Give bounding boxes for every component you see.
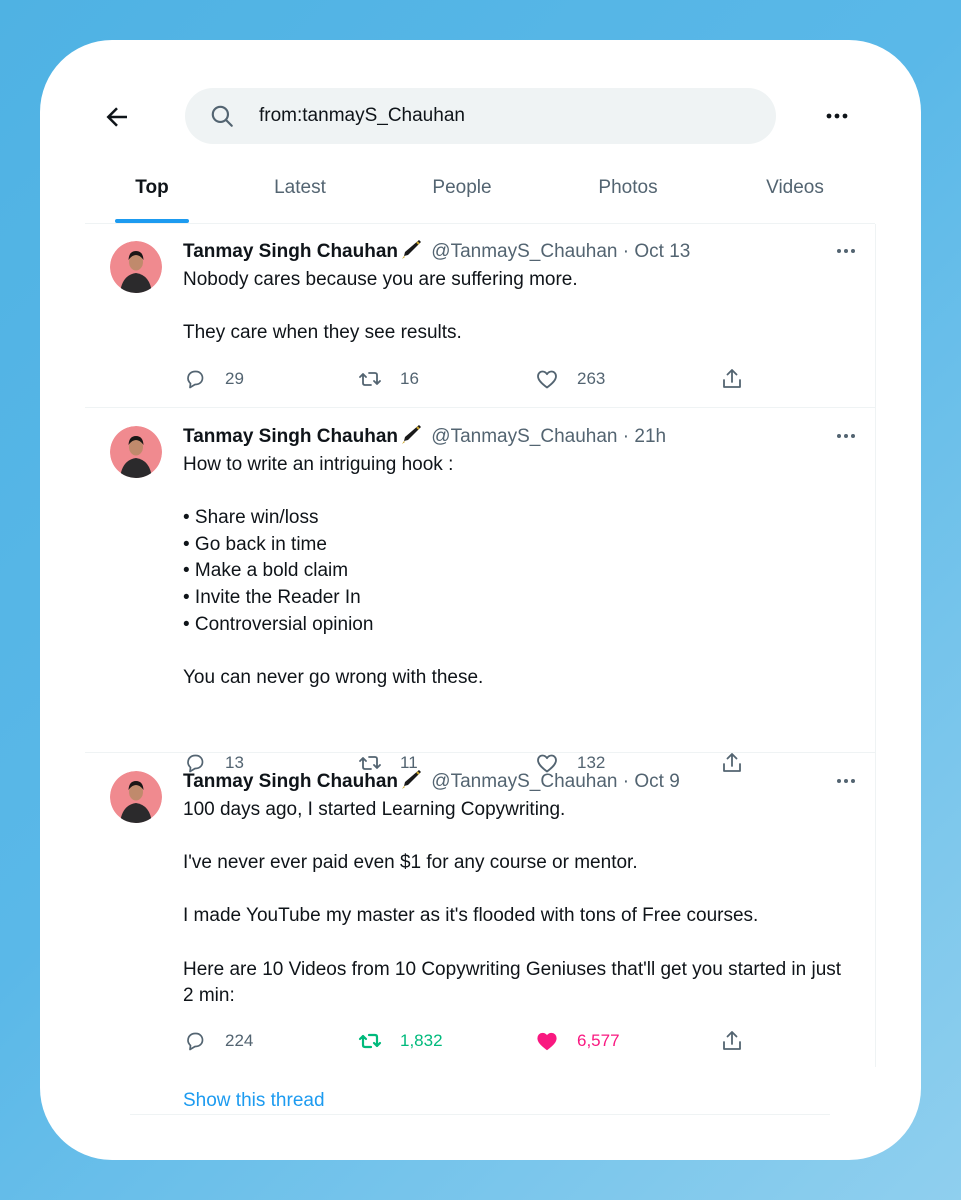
tweet-paragraph: Nobody cares because you are suffering m… bbox=[183, 269, 578, 290]
retweet-icon bbox=[358, 1033, 382, 1049]
heart-icon bbox=[537, 1032, 557, 1051]
tweet[interactable]: Tanmay Singh Chauhan @TanmayS_Chauhan · … bbox=[85, 754, 875, 1067]
tab-label: Videos bbox=[766, 177, 824, 198]
tweet-paragraph: I made YouTube my master as it's flooded… bbox=[183, 905, 759, 927]
tab-latest[interactable]: Latest bbox=[260, 168, 340, 223]
share-icon bbox=[723, 1031, 741, 1050]
author-name[interactable]: Tanmay Singh Chauhan bbox=[183, 426, 398, 447]
more-options-icon[interactable] bbox=[835, 776, 857, 786]
tab-label: Latest bbox=[274, 177, 326, 198]
author-name[interactable]: Tanmay Singh Chauhan bbox=[183, 771, 398, 792]
retweet-count: 16 bbox=[400, 369, 419, 388]
tab-label: People bbox=[432, 177, 492, 198]
tweet-header: Tanmay Singh Chauhan @TanmayS_Chauhan · … bbox=[183, 238, 690, 264]
reply-icon bbox=[187, 370, 204, 389]
show-thread-link[interactable]: Show this thread bbox=[183, 1090, 325, 1112]
reply-count: 224 bbox=[225, 1031, 254, 1050]
author-handle[interactable]: @TanmayS_Chauhan bbox=[431, 771, 617, 792]
tweet-paragraph: How to write an intriguing hook : bbox=[183, 454, 454, 475]
tweet-actions: 29 16 263 bbox=[183, 364, 783, 394]
reply-icon bbox=[187, 1032, 204, 1051]
like-button[interactable]: 263 bbox=[535, 364, 605, 394]
tweet-paragraph: • Share win/loss • Go back in time • Mak… bbox=[183, 507, 374, 635]
tweet-text: Nobody cares because you are suffering m… bbox=[183, 267, 853, 347]
retweet-count: 1,832 bbox=[400, 1031, 443, 1050]
tweet-header: Tanmay Singh Chauhan @TanmayS_Chauhan · … bbox=[183, 768, 680, 794]
retweet-button[interactable]: 16 bbox=[358, 364, 419, 394]
author-name[interactable]: Tanmay Singh Chauhan bbox=[183, 241, 398, 262]
more-options-icon[interactable] bbox=[835, 431, 857, 441]
tweet-header: Tanmay Singh Chauhan @TanmayS_Chauhan · … bbox=[183, 423, 666, 449]
tab-videos[interactable]: Videos bbox=[755, 168, 835, 223]
tab-label: Photos bbox=[598, 177, 658, 198]
tweet-paragraph: They care when they see results. bbox=[183, 322, 462, 344]
tweet-timestamp[interactable]: · 21h bbox=[623, 426, 666, 447]
divider bbox=[130, 1114, 830, 1115]
tweet-text: 100 days ago, I started Learning Copywri… bbox=[183, 797, 853, 1010]
arrow-left-icon[interactable] bbox=[102, 102, 132, 132]
reply-count: 29 bbox=[225, 369, 244, 388]
search-icon bbox=[211, 105, 233, 127]
like-count: 263 bbox=[577, 369, 606, 388]
tweet[interactable]: Tanmay Singh Chauhan @TanmayS_Chauhan · … bbox=[85, 409, 875, 773]
search-tabs: Top Latest People Photos Videos bbox=[85, 168, 875, 223]
author-handle[interactable]: @TanmayS_Chauhan bbox=[431, 426, 617, 447]
fountain-pen-icon bbox=[402, 240, 422, 259]
search-input[interactable] bbox=[259, 88, 739, 144]
avatar[interactable] bbox=[110, 771, 162, 823]
search-results-card: Top Latest People Photos Videos Tanma bbox=[40, 40, 921, 1160]
avatar-image bbox=[110, 771, 162, 823]
tab-people[interactable]: People bbox=[422, 168, 502, 223]
reply-button[interactable]: 29 bbox=[183, 364, 244, 394]
more-options-icon[interactable] bbox=[822, 104, 852, 128]
tweet-timestamp[interactable]: · Oct 9 bbox=[623, 771, 680, 792]
tweet-paragraph: Here are 10 Videos from 10 Copywriting G… bbox=[183, 958, 847, 1007]
avatar[interactable] bbox=[110, 426, 162, 478]
fountain-pen-icon bbox=[402, 770, 422, 789]
share-icon bbox=[723, 369, 741, 388]
avatar[interactable] bbox=[110, 241, 162, 293]
search-box[interactable] bbox=[185, 88, 776, 144]
share-button[interactable] bbox=[720, 1026, 762, 1056]
like-count: 6,577 bbox=[577, 1031, 620, 1050]
author-handle[interactable]: @TanmayS_Chauhan bbox=[431, 241, 617, 262]
tweet-text: How to write an intriguing hook : • Shar… bbox=[183, 452, 853, 691]
heart-icon bbox=[537, 370, 557, 389]
retweet-icon bbox=[359, 372, 381, 386]
tab-top[interactable]: Top bbox=[115, 168, 189, 223]
avatar-image bbox=[110, 426, 162, 478]
tab-label: Top bbox=[135, 177, 169, 198]
share-button[interactable] bbox=[720, 364, 762, 394]
tab-photos[interactable]: Photos bbox=[587, 168, 669, 223]
tweet-paragraph: 100 days ago, I started Learning Copywri… bbox=[183, 799, 566, 820]
like-button[interactable]: 6,577 bbox=[535, 1026, 620, 1056]
tweet-paragraph: I've never ever paid even $1 for any cou… bbox=[183, 852, 638, 874]
fountain-pen-icon bbox=[402, 425, 422, 444]
tweet-paragraph: You can never go wrong with these. bbox=[183, 666, 484, 688]
timeline-border bbox=[875, 224, 876, 1067]
reply-button[interactable]: 224 bbox=[183, 1026, 253, 1056]
tweet[interactable]: Tanmay Singh Chauhan @TanmayS_Chauhan · … bbox=[85, 224, 875, 408]
more-options-icon[interactable] bbox=[835, 246, 857, 256]
retweet-button[interactable]: 1,832 bbox=[358, 1026, 443, 1056]
avatar-image bbox=[110, 241, 162, 293]
tweet-timestamp[interactable]: · Oct 13 bbox=[623, 241, 691, 262]
tweet-actions: 224 1,832 6,577 bbox=[183, 1026, 783, 1056]
